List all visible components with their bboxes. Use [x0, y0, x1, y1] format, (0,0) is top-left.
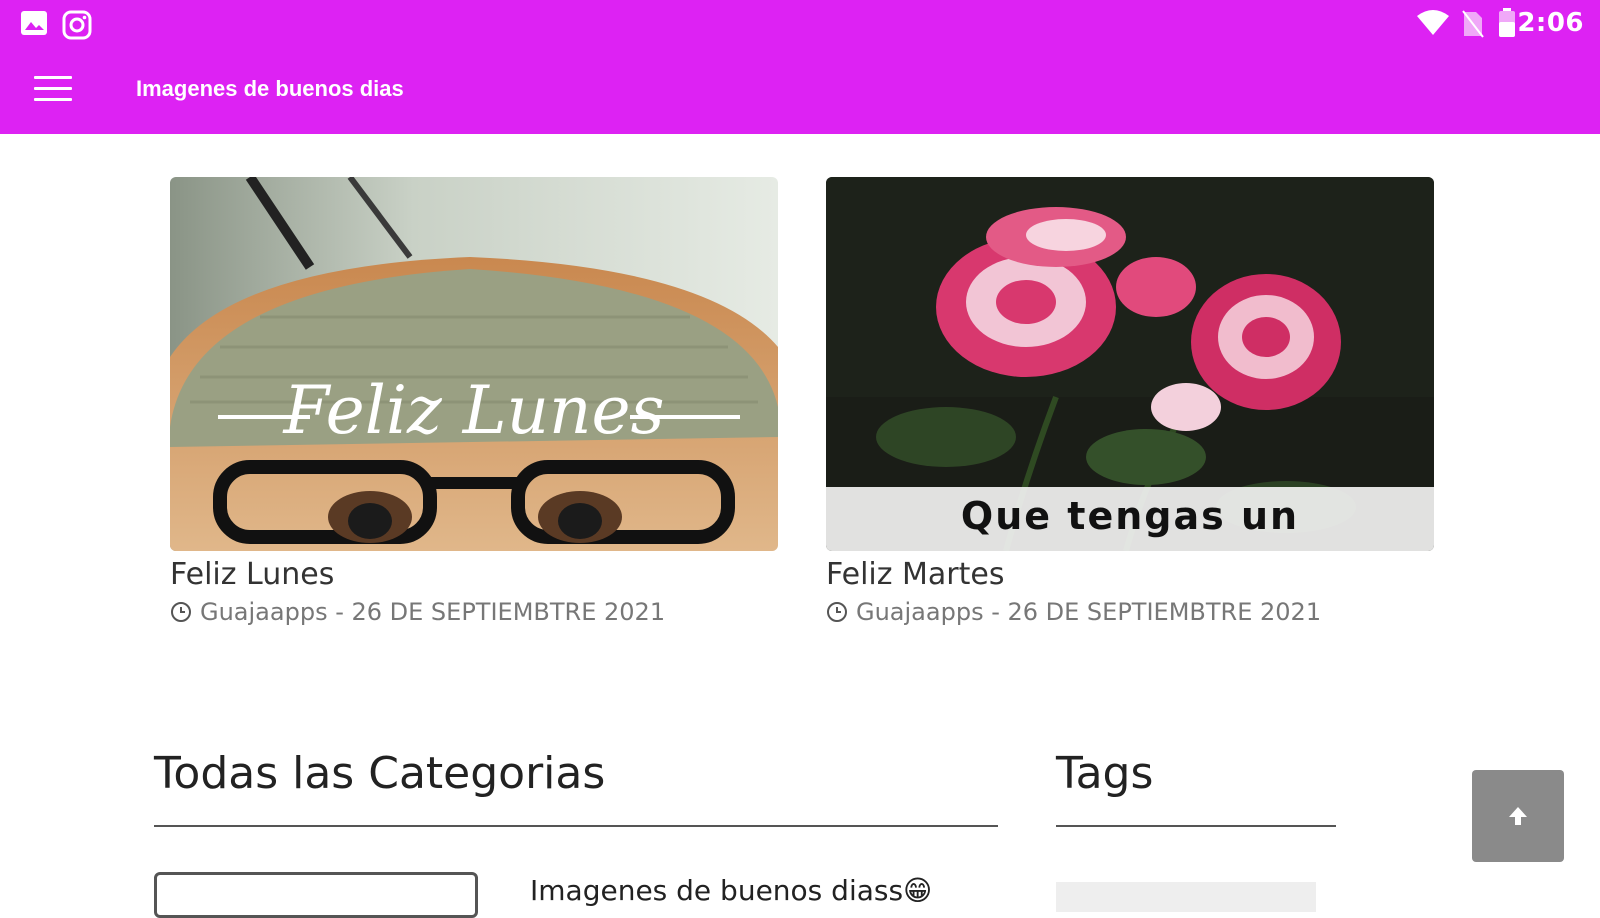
hamburger-menu-icon[interactable]	[34, 76, 72, 106]
gallery-icon	[21, 11, 47, 35]
clock-icon	[171, 602, 191, 622]
tags-heading: Tags	[1056, 748, 1154, 799]
post-card[interactable]: Feliz Lunes Feliz Lunes Guajaapps - 26 D…	[170, 177, 778, 626]
roses-image: Que tengas un	[826, 177, 1434, 551]
tags-divider	[1056, 825, 1336, 827]
category-select[interactable]	[154, 872, 478, 918]
status-bar: 2:06	[0, 0, 1600, 46]
clock-icon	[827, 602, 847, 622]
post-title[interactable]: Feliz Martes	[826, 557, 1434, 592]
app-title: Imagenes de buenos dias	[136, 76, 404, 101]
post-author-date: Guajaapps - 26 DE SEPTIEMBTRE 2021	[200, 598, 666, 626]
post-meta: Guajaapps - 26 DE SEPTIEMBTRE 2021	[826, 598, 1434, 626]
categories-divider	[154, 825, 998, 827]
tag-item[interactable]	[1056, 882, 1316, 912]
post-card[interactable]: Que tengas un Feliz Martes Guajaapps - 2…	[826, 177, 1434, 626]
post-meta: Guajaapps - 26 DE SEPTIEMBTRE 2021	[170, 598, 778, 626]
categories-heading: Todas las Categorias	[154, 748, 606, 799]
scroll-to-top-button[interactable]	[1472, 770, 1564, 862]
post-image[interactable]: Feliz Lunes	[170, 177, 778, 551]
cat-with-beanie-image: Feliz Lunes	[170, 177, 778, 551]
post-image-caption: Feliz Lunes	[283, 372, 665, 449]
app-bar: Imagenes de buenos dias	[0, 46, 1600, 134]
post-image-caption: Que tengas un	[961, 494, 1299, 538]
category-item[interactable]: Imagenes de buenos diass😁	[530, 874, 932, 907]
instagram-icon	[62, 10, 92, 40]
battery-icon	[1499, 8, 1515, 37]
post-title[interactable]: Feliz Lunes	[170, 557, 778, 592]
post-author-date: Guajaapps - 26 DE SEPTIEMBTRE 2021	[856, 598, 1322, 626]
post-image[interactable]: Que tengas un	[826, 177, 1434, 551]
wifi-icon	[1417, 10, 1449, 35]
arrow-up-icon	[1509, 807, 1527, 825]
status-time: 2:06	[1517, 8, 1584, 38]
no-sim-icon	[1462, 10, 1484, 38]
